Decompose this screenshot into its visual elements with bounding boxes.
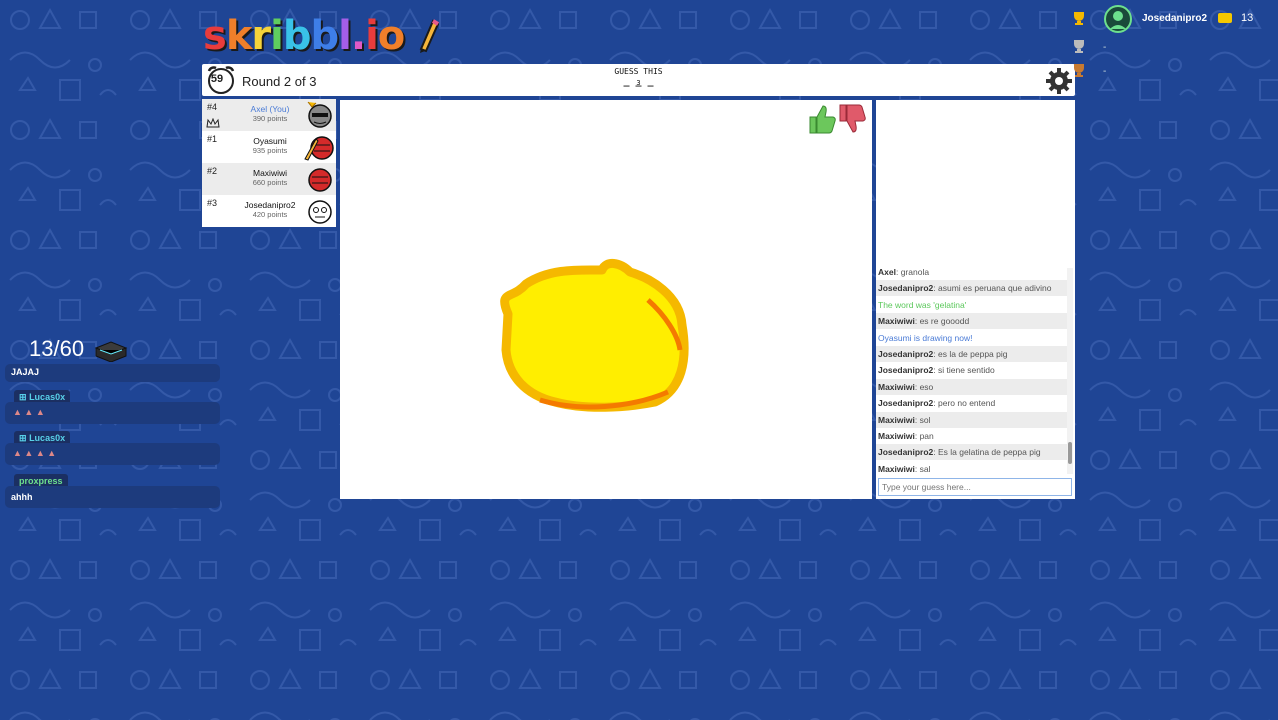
- chat-message-author: Josedanipro2: [878, 447, 934, 458]
- chat-message: Josedanipro2: pero no entend: [878, 398, 996, 409]
- chat-message-text: pan: [919, 431, 934, 441]
- chat-message-text: The word was 'gelatina': [878, 299, 967, 310]
- player-rank: #1: [207, 134, 218, 144]
- player-rank: #2: [207, 166, 218, 176]
- overlay-message: ▲ ▲ ▲: [5, 402, 220, 424]
- gold-trophy-icon: [1074, 12, 1084, 25]
- player-row[interactable]: #4 Axel (You) 390 points: [202, 99, 336, 131]
- player-row[interactable]: #1 Oyasumi 935 points: [202, 131, 336, 163]
- chat-message-author: Josedanipro2: [878, 398, 934, 409]
- chat-message-text: pero no entend: [938, 398, 996, 409]
- chat-message-author: Josedanipro2: [878, 365, 934, 376]
- chat-message-author: Josedanipro2: [878, 349, 934, 359]
- emoji-row: ▲ ▲ ▲ ▲: [13, 448, 57, 458]
- gift-box-icon: [94, 341, 128, 362]
- chat-message: Josedanipro2: Es la gelatina de peppa pi…: [876, 444, 1068, 461]
- third-place: -: [1103, 66, 1107, 77]
- chat-message: Josedanipro2: asumi es peruana que adivi…: [876, 280, 1068, 297]
- coin-icon: [1218, 13, 1232, 23]
- chat-message-text: sal: [919, 463, 931, 474]
- leaderboard-score: 13: [1241, 12, 1254, 24]
- skribbl-logo: skribbl.io: [203, 14, 440, 58]
- chat-message: The word was 'gelatina': [876, 297, 1068, 313]
- chat-message: Maxiwiwi: eso: [876, 378, 1068, 395]
- game-controller-icon: ⊞: [19, 433, 27, 443]
- silver-trophy-icon: [1074, 40, 1084, 53]
- chat-message-text: granola: [900, 267, 930, 277]
- player-rank: #4: [207, 102, 218, 112]
- chat-message: Maxiwiwi: pan: [878, 431, 934, 441]
- overlay-message: ahhh: [5, 486, 220, 508]
- bronze-trophy-icon: [1074, 64, 1084, 77]
- player-row[interactable]: #2 Maxiwiwi 660 points: [202, 163, 336, 195]
- overlay-message: ▲ ▲ ▲ ▲: [5, 443, 220, 465]
- chat-message-text: si tiene sentido: [938, 365, 995, 376]
- player-points: 390 points: [252, 114, 288, 123]
- gear-icon[interactable]: [1045, 67, 1073, 95]
- player-name: Oyasumi: [253, 136, 287, 146]
- chat-message-text: es la de peppa pig: [938, 349, 1008, 359]
- chat-message-text: Es la gelatina de peppa pig: [938, 447, 1041, 458]
- chat-message-author: Maxiwiwi: [878, 463, 915, 474]
- chat-message-author: Maxiwiwi: [878, 414, 915, 425]
- chat-message: Josedanipro2: es la de peppa pig: [876, 346, 1068, 362]
- game-top-bar: 59 Round 2 of 3 GUESS THIS _ _ _ 3: [202, 64, 1075, 96]
- second-place: -: [1103, 42, 1107, 53]
- chat-panel: Axel: granola Josedanipro2: asumi es peru…: [876, 100, 1075, 499]
- crown-icon: [206, 118, 220, 128]
- chat-message-author: Josedanipro2: [878, 283, 934, 294]
- chat-message-text: eso: [919, 381, 934, 392]
- pencil-icon: [419, 19, 440, 53]
- drawing-canvas[interactable]: [340, 100, 872, 499]
- guess-input[interactable]: [878, 478, 1072, 496]
- chat-message: Maxiwiwi: sol: [876, 411, 1068, 428]
- chat-message-text: Oyasumi is drawing now!: [878, 332, 973, 343]
- word-length: 3: [636, 79, 641, 87]
- overlay-text: JAJAJ: [11, 367, 40, 377]
- overlay-text: ahhh: [11, 492, 33, 502]
- chat-scrollbar[interactable]: [1067, 268, 1073, 474]
- player-name: Maxiwiwi: [253, 168, 287, 178]
- avatar: [308, 168, 332, 192]
- avatar: [304, 136, 334, 161]
- chat-message-author: Maxiwiwi: [878, 431, 915, 441]
- chat-message-author: Maxiwiwi: [878, 316, 915, 327]
- drawing-yellow-blob: [500, 259, 689, 412]
- chat-message: Oyasumi is drawing now!: [876, 330, 1068, 346]
- player-name: Axel (You): [250, 104, 290, 114]
- chat-message-text: es re gooodd: [919, 316, 970, 327]
- word-hint: GUESS THIS _ _ _ 3: [202, 67, 1075, 87]
- avatar: [307, 101, 332, 128]
- chat-message-text: asumi es peruana que adivino: [938, 283, 1052, 294]
- chat-message: Maxiwiwi: es re gooodd: [876, 313, 1068, 330]
- player-points: 420 points: [252, 210, 288, 219]
- player-row[interactable]: #3 Josedanipro2 420 points: [202, 195, 336, 227]
- avatar: [308, 200, 332, 224]
- emoji-row: ▲ ▲ ▲: [13, 407, 45, 417]
- overlay-message: JAJAJ: [5, 364, 220, 382]
- chat-message-text: sol: [919, 414, 931, 425]
- game-controller-icon: ⊞: [19, 392, 27, 402]
- chat-message: Maxiwiwi: sal: [878, 463, 931, 474]
- user-avatar: [1104, 5, 1132, 33]
- player-rank: #3: [207, 198, 218, 208]
- chat-message: Axel: granola: [878, 267, 930, 277]
- chat-message-author: Maxiwiwi: [878, 381, 915, 392]
- overlay-counter: 13/60: [29, 336, 85, 361]
- leaderboard-username: Josedanipro2: [1142, 13, 1208, 24]
- player-name: Josedanipro2: [244, 200, 296, 210]
- player-points: 660 points: [252, 178, 288, 187]
- chat-message: Josedanipro2: si tiene sentido: [878, 365, 995, 376]
- player-list: #4 Axel (You) 390 points #1 Oyasumi 935 …: [202, 99, 336, 227]
- player-points: 935 points: [252, 146, 288, 155]
- chat-message-author: Axel: [878, 267, 896, 277]
